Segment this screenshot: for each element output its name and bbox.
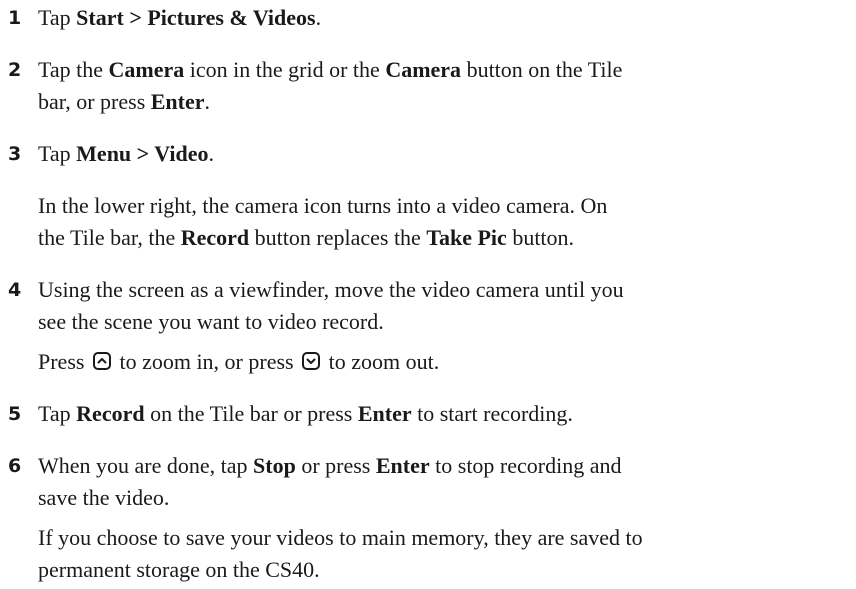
step-text: Using the screen as a viewfinder, move t… <box>38 277 624 302</box>
step-text: see the scene you want to video record. <box>38 309 384 334</box>
ui-path: Start > Pictures & Videos <box>76 5 316 30</box>
step-number: 6 <box>8 455 22 477</box>
ui-term: Stop <box>253 453 296 478</box>
ui-term: Enter <box>357 401 412 426</box>
step-number: 5 <box>8 403 22 425</box>
step-3: 3 Tap Menu > Video. <box>8 138 848 170</box>
step-4: 4 Using the screen as a viewfinder, move… <box>8 274 848 338</box>
step-6: 6 When you are done, tap Stop or press E… <box>8 450 848 514</box>
step-text: Tap the Camera icon in the grid or the C… <box>38 57 623 82</box>
step-number: 3 <box>8 143 22 165</box>
ui-term: Camera <box>385 57 462 82</box>
step-number: 2 <box>8 59 22 81</box>
step-number: 4 <box>8 279 22 301</box>
step-text: save the video. <box>38 485 170 510</box>
document-page: 1 Tap Start > Pictures & Videos. 2 Tap t… <box>0 0 856 589</box>
ui-term: Record <box>180 225 250 250</box>
step-1: 1 Tap Start > Pictures & Videos. <box>8 2 848 34</box>
note-paragraph: If you choose to save your videos to mai… <box>38 525 643 582</box>
step-2: 2 Tap the Camera icon in the grid or the… <box>8 54 848 118</box>
ui-term: Enter <box>150 89 205 114</box>
down-arrow-key-icon <box>302 352 321 370</box>
up-arrow-key-icon <box>92 352 111 370</box>
step-text: Tap Menu > Video. <box>38 141 214 166</box>
ui-term: Enter <box>375 453 430 478</box>
step-text: When you are done, tap Stop or press Ent… <box>38 453 622 478</box>
ui-path: Menu > Video <box>76 141 209 166</box>
note-paragraph: In the lower right, the camera icon turn… <box>38 193 608 250</box>
ui-term: Camera <box>108 57 185 82</box>
step-number: 1 <box>8 7 22 29</box>
step-text: Tap Record on the Tile bar or press Ente… <box>38 401 573 426</box>
step-text: bar, or press Enter. <box>38 89 211 114</box>
ui-term: Record <box>76 401 145 426</box>
step-5: 5 Tap Record on the Tile bar or press En… <box>8 398 848 430</box>
step-text: Tap Start > Pictures & Videos. <box>38 5 322 30</box>
ui-term: Take Pic <box>426 225 507 250</box>
zoom-note: Press to zoom in, or press to zoom out. <box>38 349 440 374</box>
